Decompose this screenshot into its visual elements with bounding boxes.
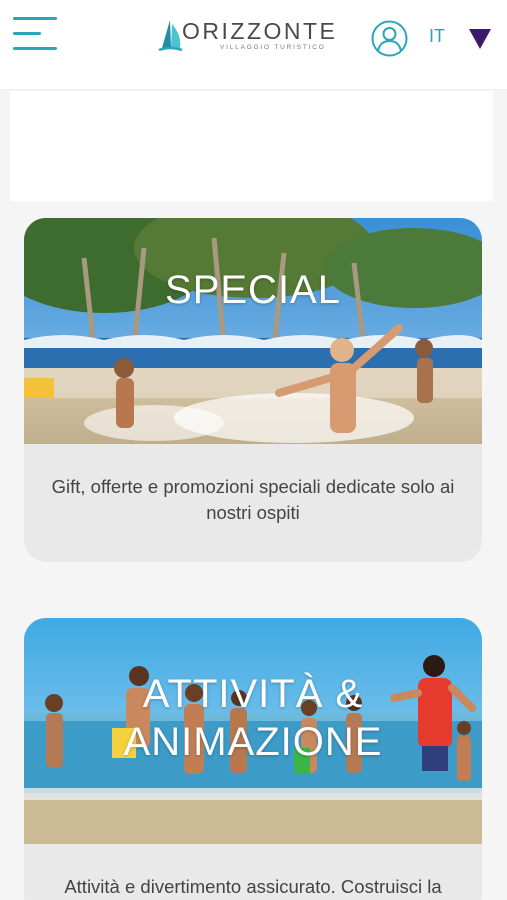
menu-line (13, 32, 41, 35)
logo-name: ORIZZONTE (182, 18, 338, 44)
menu-line (13, 17, 57, 20)
user-icon[interactable] (371, 20, 408, 57)
special-card-image (24, 218, 482, 444)
hamburger-menu-icon[interactable] (13, 17, 59, 53)
app-header: ORIZZONTE VILLAGGIO TURISTICO IT (0, 0, 507, 90)
language-selector[interactable]: IT (429, 26, 445, 47)
logo-subtitle: VILLAGGIO TURISTICO (220, 44, 326, 51)
activities-card[interactable]: ATTIVITÀ & ANIMAZIONE Attività e diverti… (24, 618, 482, 900)
content-placeholder (10, 91, 493, 201)
special-card[interactable]: SPECIAL Gift, offerte e promozioni speci… (24, 218, 482, 562)
special-card-title: SPECIAL (165, 268, 341, 312)
triangle-down-icon[interactable] (468, 28, 492, 50)
activities-card-title: ATTIVITÀ & ANIMAZIONE (123, 672, 383, 764)
activities-card-description: Attività e divertimento assicurato. Cost… (64, 876, 442, 897)
menu-line (13, 47, 57, 50)
logo[interactable]: ORIZZONTE VILLAGGIO TURISTICO (158, 14, 335, 58)
special-card-description: Gift, offerte e promozioni speciali dedi… (51, 476, 455, 523)
